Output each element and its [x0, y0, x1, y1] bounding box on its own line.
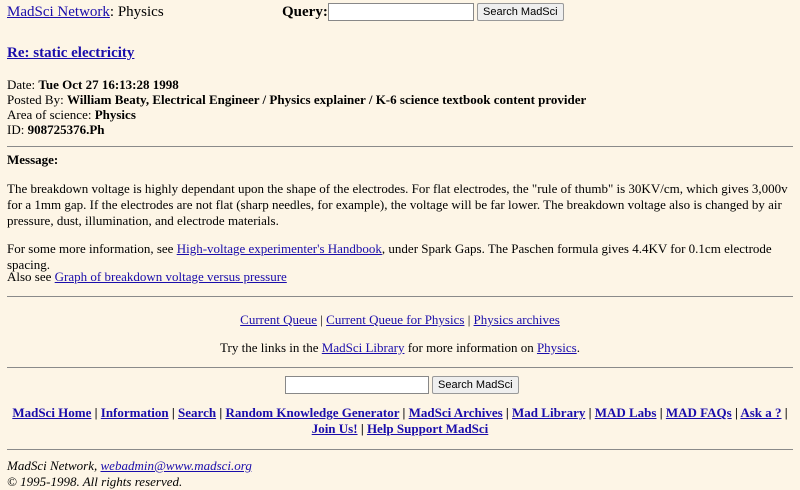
current-queue-physics-link[interactable]: Current Queue for Physics [326, 312, 464, 327]
madsci-library-link[interactable]: MadSci Library [322, 340, 405, 355]
bottom-search-button[interactable]: Search MadSci [432, 376, 519, 394]
divider [7, 146, 793, 147]
footer-link-join[interactable]: Join Us! [312, 421, 358, 436]
hv-handbook-link[interactable]: High-voltage experimenter's Handbook [177, 241, 382, 256]
link-separator: | [502, 405, 513, 420]
divider [7, 449, 793, 450]
physics-archives-link[interactable]: Physics archives [474, 312, 560, 327]
bottom-search: Search MadSci [285, 375, 525, 395]
footer-link-information[interactable]: Information [101, 405, 169, 420]
area-row: Area of science: Physics [7, 107, 793, 122]
search-input[interactable] [328, 3, 474, 21]
id-row: ID: 908725376.Ph [7, 122, 793, 137]
message-label: Message: [7, 152, 59, 167]
date-value: Tue Oct 27 16:13:28 1998 [38, 77, 179, 92]
library-text: Try the links in the [220, 340, 322, 355]
current-queue-link[interactable]: Current Queue [240, 312, 317, 327]
copyright: © 1995-1998. All rights reserved. [7, 474, 183, 489]
footer-link-ask[interactable]: Ask a ? [740, 405, 781, 420]
link-separator: | [585, 405, 595, 420]
queue-links: Current Queue | Current Queue for Physic… [0, 312, 800, 328]
id-value: 908725376.Ph [27, 122, 105, 137]
library-line: Try the links in the MadSci Library for … [0, 340, 800, 356]
link-separator: | [464, 312, 474, 327]
address-line: MadSci Network, webadmin@www.madsci.org [7, 458, 252, 474]
paragraph-text: Also see [7, 269, 55, 284]
address-block: MadSci Network, webadmin@www.madsci.org … [7, 458, 252, 490]
madsci-network-link[interactable]: MadSci Network [7, 4, 110, 20]
footer-link-random-knowledge[interactable]: Random Knowledge Generator [225, 405, 399, 420]
link-separator: | [781, 405, 788, 420]
divider [7, 367, 793, 368]
query-label: Query: [282, 4, 328, 20]
footer-link-mad-faqs[interactable]: MAD FAQs [666, 405, 732, 420]
divider [7, 296, 793, 297]
breakdown-graph-link[interactable]: Graph of breakdown voltage versus pressu… [55, 269, 287, 284]
posted-by-value: William Beaty, Electrical Engineer / Phy… [66, 92, 587, 107]
library-text: for more information on [404, 340, 537, 355]
physics-link[interactable]: Physics [537, 340, 577, 355]
message-paragraph: Also see Graph of breakdown voltage vers… [7, 269, 793, 285]
footer-link-help-support[interactable]: Help Support MadSci [367, 421, 488, 436]
search-button[interactable]: Search MadSci [477, 3, 564, 21]
paragraph-text: For some more information, see [7, 241, 177, 256]
webadmin-email-link[interactable]: webadmin@www.madsci.org [101, 458, 252, 473]
post-meta: Date: Tue Oct 27 16:13:28 1998 Posted By… [7, 77, 793, 137]
footer-link-archives[interactable]: MadSci Archives [409, 405, 503, 420]
footer-link-search[interactable]: Search [178, 405, 216, 420]
link-separator: | [91, 405, 101, 420]
date-label: Date: [7, 77, 39, 92]
message-paragraph: The breakdown voltage is highly dependan… [7, 181, 788, 228]
top-bar: MadSci Network: Physics Query: Search Ma… [7, 3, 793, 23]
footer-link-mad-library[interactable]: Mad Library [512, 405, 585, 420]
link-separator: | [168, 405, 179, 420]
footer-nav: MadSci Home | Information | Search | Ran… [7, 405, 793, 437]
link-separator: | [317, 312, 327, 327]
site-breadcrumb: MadSci Network: Physics [7, 4, 164, 20]
id-label: ID: [7, 122, 28, 137]
posted-by-label: Posted By: [7, 92, 67, 107]
link-separator: | [357, 421, 367, 436]
area-value: Physics [94, 107, 136, 122]
bottom-search-input[interactable] [285, 376, 429, 394]
area-label: Area of science: [7, 107, 95, 122]
post-title-link[interactable]: Re: static electricity [7, 45, 134, 61]
link-separator: | [399, 405, 409, 420]
site-section-label: : Physics [109, 4, 164, 20]
footer-link-home[interactable]: MadSci Home [12, 405, 91, 420]
network-name: MadSci Network, [7, 458, 101, 473]
library-text: . [576, 340, 580, 355]
footer-link-mad-labs[interactable]: MAD Labs [595, 405, 657, 420]
link-separator: | [656, 405, 666, 420]
posted-by-row: Posted By: William Beaty, Electrical Eng… [7, 92, 793, 107]
date-row: Date: Tue Oct 27 16:13:28 1998 [7, 77, 793, 92]
